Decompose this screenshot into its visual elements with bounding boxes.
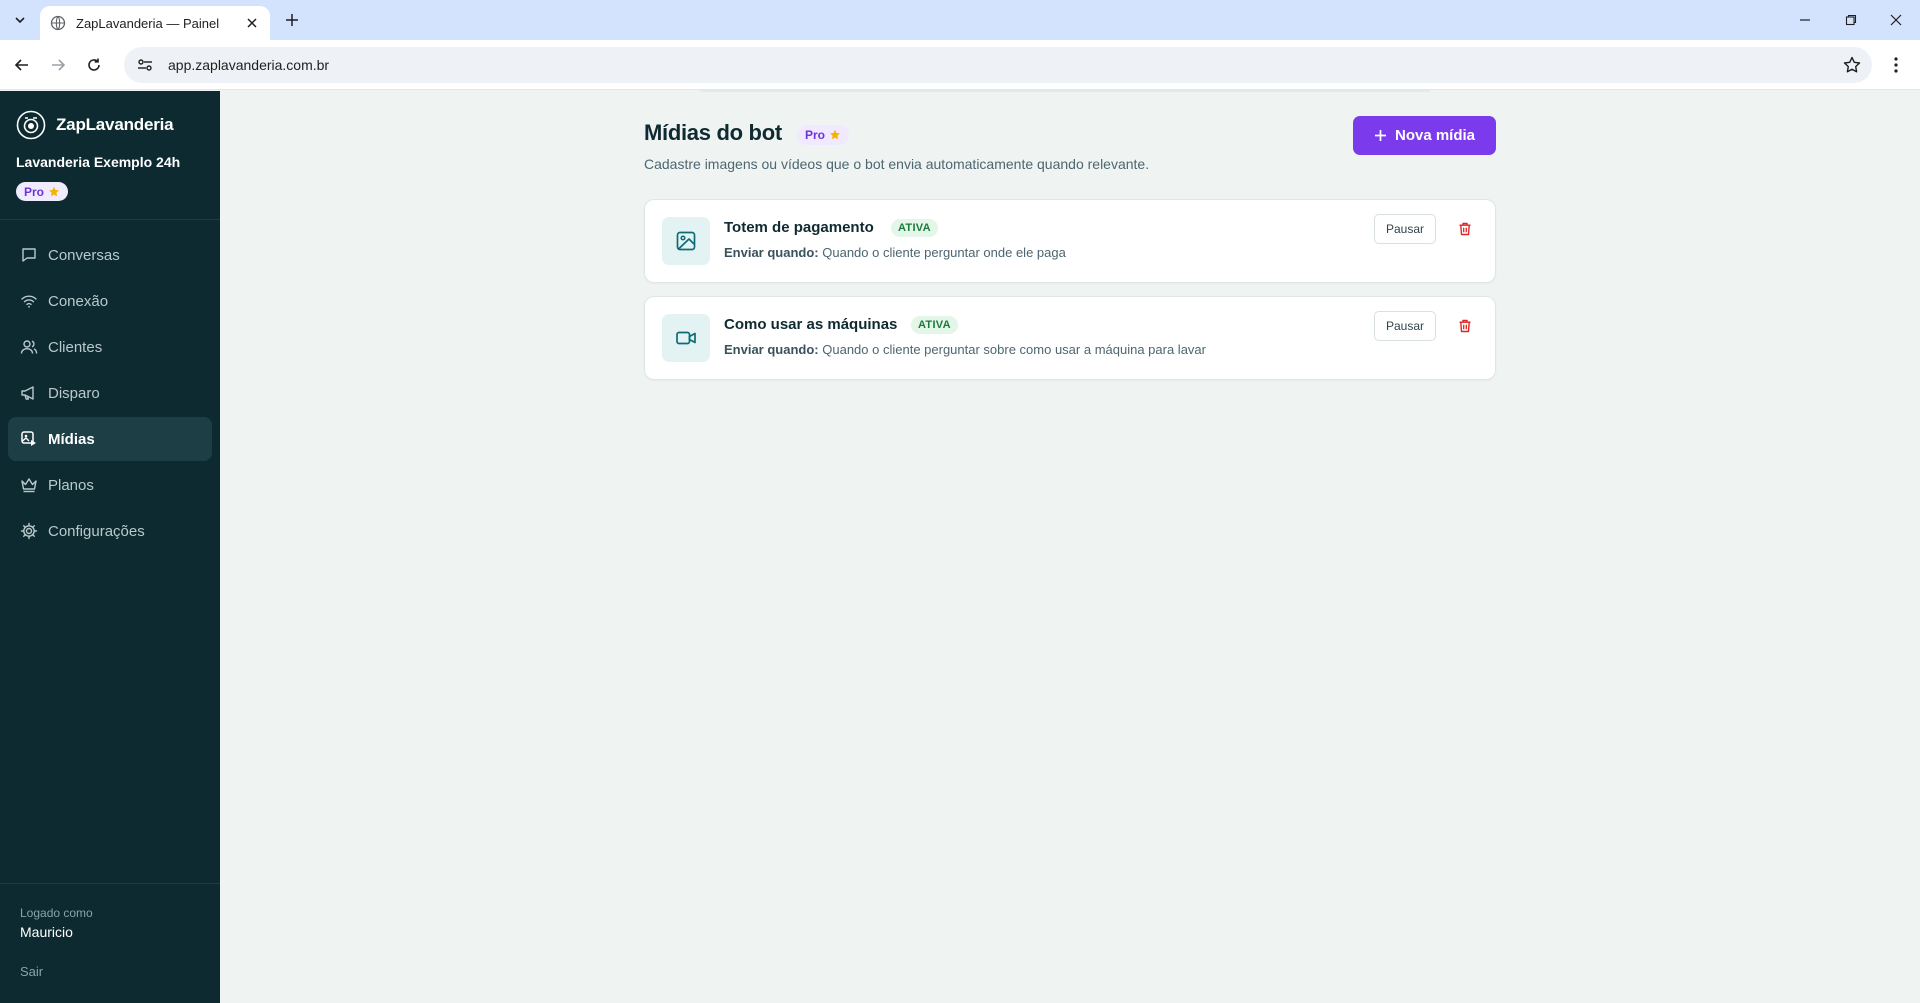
sidebar-item-clientes[interactable]: Clientes xyxy=(8,325,212,369)
sidebar-divider-bottom xyxy=(0,883,220,884)
star-icon xyxy=(49,186,60,196)
logged-user-name: Mauricio xyxy=(20,924,73,940)
sidebar-item-planos[interactable]: Planos xyxy=(8,463,212,507)
minimize-button[interactable] xyxy=(1793,8,1817,32)
header-divider xyxy=(700,90,1430,92)
restore-icon xyxy=(1845,14,1857,26)
trash-icon xyxy=(1459,222,1471,236)
close-icon xyxy=(1890,14,1902,26)
brand-name: ZapLavanderia xyxy=(56,115,174,134)
reload-button[interactable] xyxy=(82,53,106,77)
status-badge: ATIVA xyxy=(891,219,938,237)
browser-tabbar: ZapLavanderia — Painel xyxy=(0,0,1920,40)
sidebar-item-label: Disparo xyxy=(48,384,100,402)
sidebar-item-midias[interactable]: Mídias xyxy=(8,417,212,461)
minimize-icon xyxy=(1800,19,1810,21)
plus-icon xyxy=(1374,130,1386,141)
pro-badge: Pro xyxy=(797,125,850,145)
chevron-down-icon xyxy=(15,17,25,24)
back-button[interactable] xyxy=(10,53,34,77)
browser-tab[interactable]: ZapLavanderia — Painel xyxy=(40,6,270,40)
sidebar-item-conversas[interactable]: Conversas xyxy=(8,233,212,277)
pause-button[interactable]: Pausar xyxy=(1374,214,1436,244)
page-title: Mídias do bot xyxy=(644,120,782,145)
status-badge: ATIVA xyxy=(911,316,958,334)
new-media-button[interactable]: Nova mídia xyxy=(1353,116,1496,155)
crown-icon xyxy=(21,478,37,493)
washing-machine-logo-icon xyxy=(16,110,46,140)
arrow-left-icon xyxy=(14,59,28,71)
media-thumbnail xyxy=(662,314,710,362)
tab-title: ZapLavanderia — Painel xyxy=(76,15,220,31)
site-settings-icon[interactable] xyxy=(136,56,154,74)
sidebar-item-label: Planos xyxy=(48,476,94,494)
media-trigger-text: Quando o cliente perguntar onde ele paga xyxy=(822,245,1066,260)
bookmark-star-icon[interactable] xyxy=(1842,55,1862,75)
video-icon xyxy=(676,331,696,345)
media-thumbnail xyxy=(662,217,710,265)
sidebar-divider xyxy=(0,219,220,220)
globe-icon xyxy=(50,15,66,31)
trash-icon xyxy=(1459,319,1471,333)
sidebar: ZapLavanderia Lavanderia Exemplo 24h Pro… xyxy=(0,91,220,1003)
users-icon xyxy=(20,340,38,354)
browser-toolbar: app.zaplavanderia.com.br xyxy=(0,40,1920,90)
chat-icon xyxy=(22,248,36,262)
delete-button[interactable] xyxy=(1450,214,1480,244)
megaphone-icon xyxy=(21,386,34,400)
close-window-button[interactable] xyxy=(1884,8,1908,32)
logout-link[interactable]: Sair xyxy=(20,964,43,979)
pro-badge-label: Pro xyxy=(805,128,826,142)
restore-button[interactable] xyxy=(1839,8,1863,32)
sidebar-item-label: Mídias xyxy=(48,430,95,448)
media-name: Totem de pagamento xyxy=(724,219,874,236)
reload-icon xyxy=(88,58,100,71)
media-card: Como usar as máquinas ATIVA Enviar quand… xyxy=(644,296,1496,380)
media-trigger-label: Enviar quando: xyxy=(724,342,819,357)
media-name: Como usar as máquinas xyxy=(724,316,898,333)
sidebar-item-disparo[interactable]: Disparo xyxy=(8,371,212,415)
more-vertical-icon xyxy=(1894,57,1898,73)
url-text[interactable]: app.zaplavanderia.com.br xyxy=(168,57,1842,73)
arrow-right-icon xyxy=(52,59,66,71)
new-tab-button[interactable] xyxy=(280,8,304,32)
sidebar-item-label: Conexão xyxy=(48,292,109,310)
page-subtitle: Cadastre imagens ou vídeos que o bot env… xyxy=(644,156,1150,172)
new-media-label: Nova mídia xyxy=(1394,127,1476,144)
sidebar-item-conexao[interactable]: Conexão xyxy=(8,279,212,323)
sidebar-item-label: Configurações xyxy=(48,522,145,540)
browser-menu-button[interactable] xyxy=(1884,53,1908,77)
tab-search-button[interactable] xyxy=(8,8,32,32)
media-trigger-text: Quando o cliente perguntar sobre como us… xyxy=(822,342,1206,357)
logged-as-label: Logado como xyxy=(20,906,93,920)
pause-button[interactable]: Pausar xyxy=(1374,311,1436,341)
close-icon[interactable] xyxy=(244,15,260,31)
media-card: Totem de pagamento ATIVA Enviar quando: … xyxy=(644,199,1496,283)
brand[interactable]: ZapLavanderia xyxy=(16,110,174,140)
sidebar-item-configuracoes[interactable]: Configurações xyxy=(8,509,212,553)
delete-button[interactable] xyxy=(1450,311,1480,341)
media-trigger-label: Enviar quando: xyxy=(724,245,819,260)
image-icon xyxy=(676,231,696,251)
media-icon xyxy=(21,431,36,446)
media-trigger: Enviar quando: Quando o cliente pergunta… xyxy=(724,342,1206,357)
sidebar-nav: Conversas Conexão Clientes Disparo Mídia… xyxy=(8,233,212,555)
tenant-name: Lavanderia Exemplo 24h xyxy=(16,154,181,170)
plan-badge: Pro xyxy=(16,182,69,201)
plus-icon xyxy=(286,14,298,26)
gear-icon xyxy=(20,522,38,540)
forward-button[interactable] xyxy=(46,53,70,77)
wifi-icon xyxy=(21,295,37,308)
sidebar-item-label: Conversas xyxy=(48,246,120,264)
plan-label: Pro xyxy=(24,184,45,199)
media-trigger: Enviar quando: Quando o cliente pergunta… xyxy=(724,245,1066,260)
star-icon xyxy=(830,129,841,140)
sidebar-item-label: Clientes xyxy=(48,338,103,356)
address-bar[interactable]: app.zaplavanderia.com.br xyxy=(124,47,1872,83)
